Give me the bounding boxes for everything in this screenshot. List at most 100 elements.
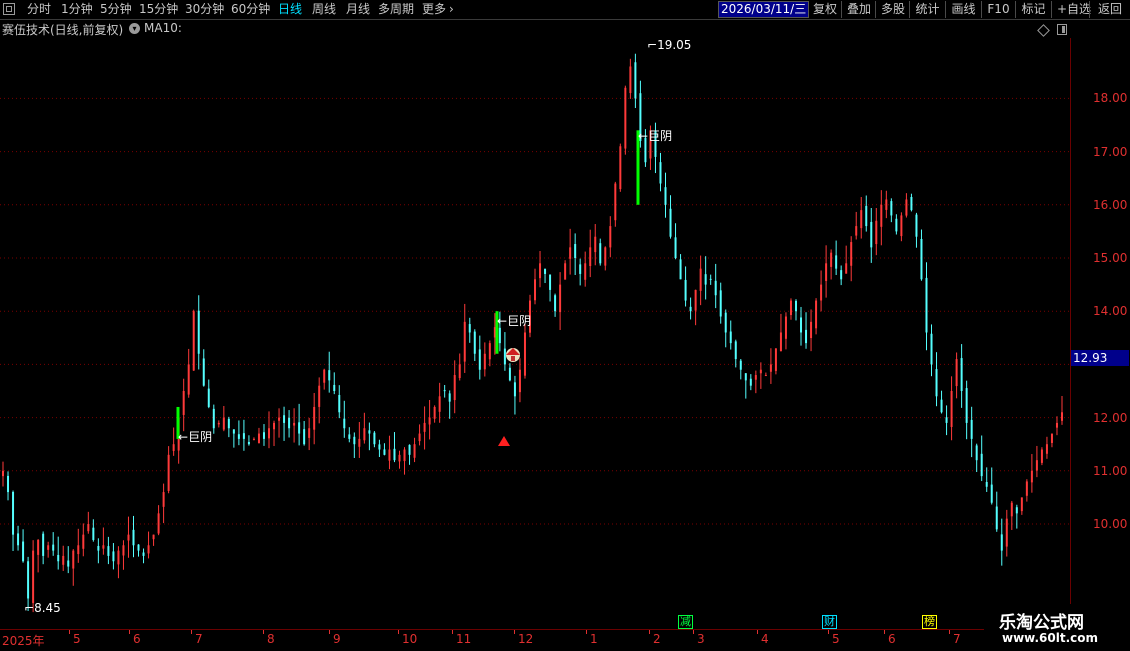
- candle-body: [614, 183, 617, 221]
- candle-body: [488, 343, 491, 360]
- watermark-brand: 乐淘公式网: [999, 613, 1084, 633]
- candle-body: [217, 422, 220, 425]
- candle-body: [549, 274, 552, 290]
- candle-body: [237, 434, 240, 439]
- candle-body: [1035, 460, 1038, 471]
- candle-body: [584, 263, 587, 280]
- candle-body: [1015, 507, 1018, 514]
- candle-body: [368, 430, 371, 434]
- candle-body: [343, 418, 346, 429]
- signal-label: ←巨阴: [497, 314, 532, 328]
- date-tick-label: 6: [888, 632, 896, 646]
- candle-body: [950, 391, 953, 427]
- low-price-label: ⌐8.45: [24, 601, 61, 615]
- candle-body: [975, 445, 978, 461]
- price-axis[interactable]: 18.00 17.00 16.00 15.00 14.00 12.00 11.00 10.00: [1070, 38, 1130, 628]
- candle-body: [227, 418, 230, 429]
- candle-body: [157, 513, 160, 534]
- candle-body: [242, 433, 245, 439]
- date-tick-mark: [649, 630, 650, 634]
- candle-body: [1020, 497, 1023, 512]
- date-tick-mark: [191, 630, 192, 634]
- candle-body: [62, 555, 65, 565]
- candle-body: [980, 453, 983, 477]
- candlestick-chart[interactable]: [0, 0, 1070, 629]
- candle-body: [77, 545, 80, 555]
- toolbar-button-9[interactable]: 返回: [1089, 1, 1130, 18]
- house-icon[interactable]: [506, 348, 520, 362]
- candle-body: [1061, 412, 1063, 421]
- candle-body: [318, 385, 321, 407]
- candle-body: [604, 247, 607, 266]
- candle-body: [112, 551, 115, 562]
- candle-body: [714, 280, 717, 296]
- candle-body: [102, 545, 105, 549]
- candle-body: [222, 417, 225, 430]
- candle-body: [945, 417, 948, 423]
- candle-body: [147, 545, 150, 554]
- candle-body: [544, 268, 547, 274]
- candle-body: [739, 360, 742, 370]
- signal-label: ←巨阴: [178, 430, 213, 444]
- date-tick-label: 10: [402, 632, 418, 646]
- date-tick-label: 9: [333, 632, 341, 646]
- candle-body: [800, 317, 803, 333]
- candle-body: [930, 333, 933, 365]
- candle-body: [458, 364, 461, 379]
- date-axis[interactable]: 2025年 5 6 7 8 9 10 11 12 1 2 3 4 5 6 7: [0, 629, 1130, 651]
- candle-body: [262, 432, 265, 439]
- candle-body: [815, 300, 818, 329]
- event-marker[interactable]: 财: [822, 615, 837, 629]
- candle-body: [744, 373, 747, 381]
- candle-body: [1025, 481, 1028, 496]
- candle-body: [523, 332, 526, 376]
- candle-body: [890, 201, 893, 216]
- candle-body: [17, 533, 20, 546]
- price-tick-label: 12.00: [1093, 410, 1128, 425]
- candle-body: [182, 391, 185, 415]
- candle-body: [719, 290, 722, 317]
- candle-body: [67, 560, 70, 567]
- candle-body: [428, 417, 431, 425]
- candle-body: [117, 550, 120, 565]
- candle-body: [162, 492, 165, 507]
- candle-body: [27, 561, 30, 599]
- candle-body: [1045, 444, 1048, 454]
- candle-body: [408, 444, 411, 455]
- candle-body: [283, 415, 286, 423]
- candle-body: [192, 311, 195, 371]
- date-tick-label: 1: [590, 632, 598, 646]
- date-tick-mark: [514, 630, 515, 634]
- event-marker[interactable]: 榜: [922, 615, 937, 629]
- candle-body: [308, 428, 311, 438]
- high-price-value: 19.05: [657, 38, 692, 52]
- candle-body: [734, 341, 737, 360]
- candle-body: [87, 524, 90, 532]
- date-tick-mark: [398, 630, 399, 634]
- event-marker[interactable]: 减: [678, 615, 693, 629]
- candle-body: [850, 242, 853, 266]
- candle-body: [724, 312, 727, 333]
- candle-body: [579, 264, 582, 274]
- date-tick-label: 2025年: [2, 634, 45, 648]
- price-tick-label: 11.00: [1093, 463, 1128, 478]
- candle-body: [107, 546, 110, 556]
- candle-body: [895, 218, 898, 232]
- candle-body: [202, 358, 205, 386]
- candle-body: [970, 419, 973, 439]
- candle-body: [132, 529, 135, 546]
- price-tick-label: 15.00: [1093, 251, 1128, 265]
- watermark-url: www.60lt.com: [1002, 631, 1099, 645]
- candle-body: [659, 162, 662, 184]
- candle-body: [709, 278, 712, 280]
- candle-body: [664, 187, 667, 205]
- date-tick-mark: [757, 630, 758, 634]
- candle-body: [629, 66, 632, 94]
- current-price-badge: 12.93: [1071, 350, 1129, 366]
- candle-body: [609, 226, 612, 248]
- candle-body: [965, 388, 968, 423]
- date-tick-label: 7: [195, 632, 203, 646]
- candle-body: [142, 552, 145, 556]
- candle-body: [72, 550, 75, 569]
- candle-body: [870, 221, 873, 248]
